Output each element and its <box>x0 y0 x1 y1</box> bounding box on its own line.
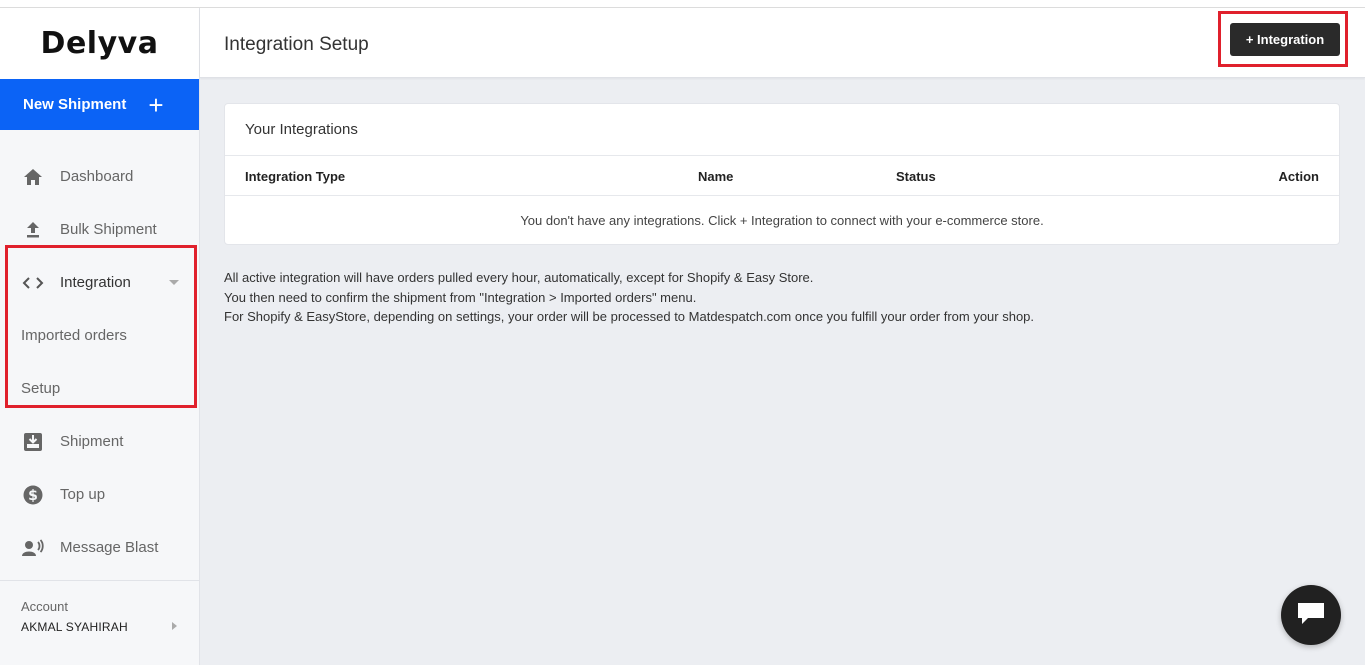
note-line: For Shopify & EasyStore, depending on se… <box>224 309 1035 324</box>
column-header-action: Action <box>1278 169 1319 184</box>
sidebar-item-label: Message Blast <box>60 539 159 556</box>
sidebar-item-top-up[interactable]: $ Top up <box>0 468 199 521</box>
sidebar-item-label: Bulk Shipment <box>60 221 157 238</box>
sidebar-item-shipment[interactable]: Shipment <box>0 415 199 468</box>
upload-icon <box>22 219 44 241</box>
code-icon <box>22 272 44 294</box>
chat-button[interactable] <box>1281 585 1341 645</box>
chevron-down-icon <box>169 280 179 285</box>
empty-state-message: You don't have any integrations. Click +… <box>520 212 1044 228</box>
new-shipment-label: New Shipment <box>23 96 127 113</box>
account-menu[interactable]: Account AKMAL SYAHIRAH <box>0 580 199 634</box>
logo[interactable]: Delyva <box>0 8 199 79</box>
add-integration-button[interactable]: + Integration <box>1230 23 1340 56</box>
sidebar-nav: Dashboard Bulk Shipment Integration Impo… <box>0 130 199 574</box>
column-header-status: Status <box>896 169 936 184</box>
sidebar-item-label: Integration <box>60 274 131 291</box>
note-line: You then need to confirm the shipment fr… <box>224 289 697 305</box>
chat-bubble-icon <box>1296 600 1326 631</box>
sidebar-item-label: Dashboard <box>60 168 134 185</box>
logo-text: Delyva <box>40 26 159 61</box>
sidebar: Delyva New Shipment + Dashboard Bulk Shi… <box>0 8 200 665</box>
broadcast-user-icon <box>22 537 44 559</box>
sidebar-item-label: Shipment <box>60 433 124 450</box>
dollar-icon: $ <box>22 484 44 506</box>
new-shipment-button[interactable]: New Shipment + <box>0 79 199 130</box>
page-header: Integration Setup + Integration <box>200 8 1365 78</box>
page-title: Integration Setup <box>224 34 369 55</box>
column-header-integration-type: Integration Type <box>245 169 346 184</box>
svg-text:$: $ <box>28 488 38 504</box>
note-line: All active integration will have orders … <box>224 270 814 285</box>
table-header: Integration Type Name Status Action <box>225 156 1339 196</box>
browser-top-edge <box>0 0 1365 8</box>
account-label: Account <box>21 599 68 614</box>
sidebar-item-integration[interactable]: Integration <box>0 256 199 309</box>
sidebar-item-bulk-shipment[interactable]: Bulk Shipment <box>0 203 199 256</box>
card-title: Your Integrations <box>225 104 1339 156</box>
inbox-download-icon <box>22 431 44 453</box>
column-header-name: Name <box>698 169 734 184</box>
sidebar-item-setup[interactable]: Setup <box>0 362 199 415</box>
integration-notes: All active integration will have orders … <box>224 268 1034 327</box>
home-icon <box>22 166 44 188</box>
sidebar-item-label: Imported orders <box>21 327 127 344</box>
sidebar-item-imported-orders[interactable]: Imported orders <box>0 309 199 362</box>
integrations-card: Your Integrations Integration Type Name … <box>224 103 1340 245</box>
sidebar-item-message-blast[interactable]: Message Blast <box>0 521 199 574</box>
sidebar-item-dashboard[interactable]: Dashboard <box>0 150 199 203</box>
sidebar-item-label: Setup <box>21 380 61 397</box>
plus-icon: + <box>148 89 164 120</box>
sidebar-item-label: Top up <box>60 486 106 503</box>
chevron-right-icon <box>172 622 177 630</box>
account-name: AKMAL SYAHIRAH <box>21 620 128 634</box>
